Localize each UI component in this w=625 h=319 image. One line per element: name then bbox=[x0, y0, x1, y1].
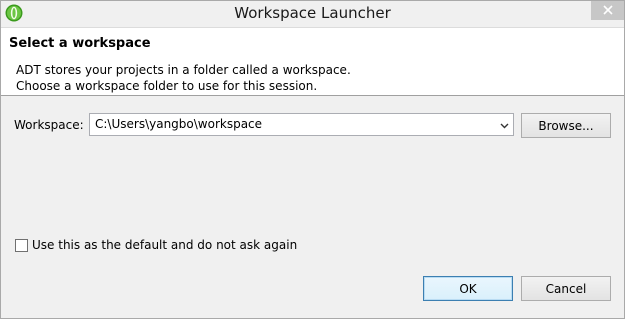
description-line-1: ADT stores your projects in a folder cal… bbox=[16, 63, 351, 77]
description-line-2: Choose a workspace folder to use for thi… bbox=[16, 79, 318, 93]
default-checkbox[interactable] bbox=[15, 238, 28, 252]
dialog-header: Select a workspace ADT stores your proje… bbox=[1, 27, 624, 96]
dialog-description: ADT stores your projects in a folder cal… bbox=[16, 62, 351, 94]
cancel-button[interactable]: Cancel bbox=[521, 276, 611, 301]
browse-button[interactable]: Browse... bbox=[521, 113, 611, 138]
default-checkbox-label[interactable]: Use this as the default and do not ask a… bbox=[32, 238, 297, 252]
close-button[interactable] bbox=[591, 1, 624, 20]
ok-button[interactable]: OK bbox=[423, 276, 513, 301]
close-icon bbox=[602, 4, 613, 18]
chevron-down-icon bbox=[500, 118, 509, 132]
workspace-launcher-dialog: Workspace Launcher Select a workspace AD… bbox=[0, 0, 625, 319]
window-title: Workspace Launcher bbox=[234, 4, 391, 22]
workspace-combobox[interactable]: C:\Users\yangbo\workspace bbox=[89, 113, 514, 136]
combobox-dropdown-button[interactable] bbox=[496, 114, 513, 135]
dialog-heading: Select a workspace bbox=[9, 36, 151, 51]
title-bar[interactable]: Workspace Launcher bbox=[1, 1, 624, 27]
default-option-row[interactable]: Use this as the default and do not ask a… bbox=[15, 238, 297, 252]
workspace-label: Workspace: bbox=[14, 118, 84, 132]
workspace-path-input[interactable]: C:\Users\yangbo\workspace bbox=[95, 114, 262, 135]
